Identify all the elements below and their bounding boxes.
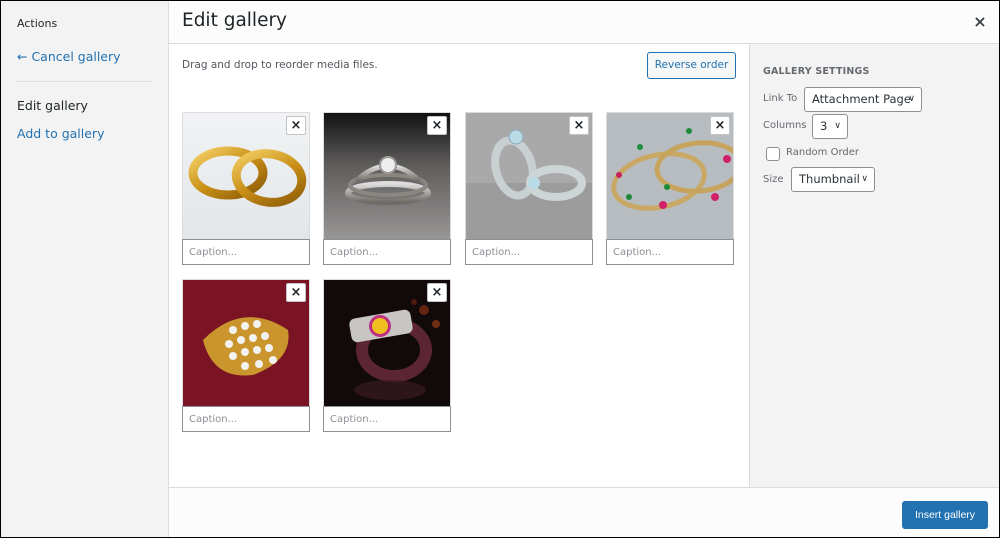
remove-icon[interactable]: × [569, 116, 589, 135]
chevron-down-icon: ∨ [834, 121, 841, 131]
modal-header: Edit gallery × [169, 1, 999, 44]
actions-sidebar: Actions ← Cancel gallery Edit gallery Ad… [1, 1, 169, 537]
insert-gallery-button[interactable]: Insert gallery [902, 501, 988, 529]
instructions-text: Drag and drop to reorder media files. [182, 59, 378, 71]
remove-icon[interactable]: × [286, 283, 306, 302]
cancel-gallery-link[interactable]: ← Cancel gallery [17, 49, 121, 64]
remove-icon[interactable]: × [710, 116, 730, 135]
actions-heading: Actions [17, 17, 58, 30]
remove-icon[interactable]: × [427, 116, 447, 135]
random-order-checkbox[interactable] [766, 147, 780, 161]
caption-input[interactable] [606, 239, 734, 265]
caption-input[interactable] [323, 406, 451, 432]
gallery-item[interactable]: × [323, 279, 451, 433]
gallery-item[interactable]: × [182, 112, 310, 266]
caption-input[interactable] [182, 239, 310, 265]
sidebar-item-edit-gallery[interactable]: Edit gallery [17, 98, 88, 113]
caption-input[interactable] [182, 406, 310, 432]
columns-value: 3 [820, 119, 828, 133]
reverse-order-button[interactable]: Reverse order [647, 52, 736, 79]
modal-footer: Insert gallery [169, 487, 999, 537]
add-to-gallery-link[interactable]: Add to gallery [17, 126, 104, 141]
size-select[interactable]: Thumbnail ∨ [791, 167, 875, 192]
columns-select[interactable]: 3 ∨ [812, 114, 848, 139]
link-to-label: Link To [763, 93, 798, 104]
gallery-content: Drag and drop to reorder media files. Re… [169, 44, 749, 487]
gallery-settings-panel: GALLERY SETTINGS Link To Attachment Page… [749, 44, 999, 487]
sidebar-divider [17, 81, 151, 82]
page-title: Edit gallery [182, 10, 288, 31]
caption-input[interactable] [323, 239, 451, 265]
chevron-down-icon: ∨ [861, 174, 868, 184]
remove-icon[interactable]: × [286, 116, 306, 135]
remove-icon[interactable]: × [427, 283, 447, 302]
gallery-item[interactable]: × [606, 112, 734, 266]
gallery-item[interactable]: × [182, 279, 310, 433]
chevron-down-icon: ∨ [908, 94, 915, 104]
gallery-item[interactable]: × [465, 112, 593, 266]
link-to-select[interactable]: Attachment Page ∨ [804, 87, 922, 112]
gallery-item[interactable]: × [323, 112, 451, 266]
size-value: Thumbnail [799, 172, 860, 186]
link-to-value: Attachment Page [812, 92, 911, 106]
caption-input[interactable] [465, 239, 593, 265]
size-label: Size [763, 174, 784, 185]
random-order-label[interactable]: Random Order [786, 147, 859, 158]
columns-label: Columns [763, 120, 807, 131]
gallery-settings-heading: GALLERY SETTINGS [763, 66, 870, 77]
close-icon[interactable]: × [969, 11, 991, 33]
